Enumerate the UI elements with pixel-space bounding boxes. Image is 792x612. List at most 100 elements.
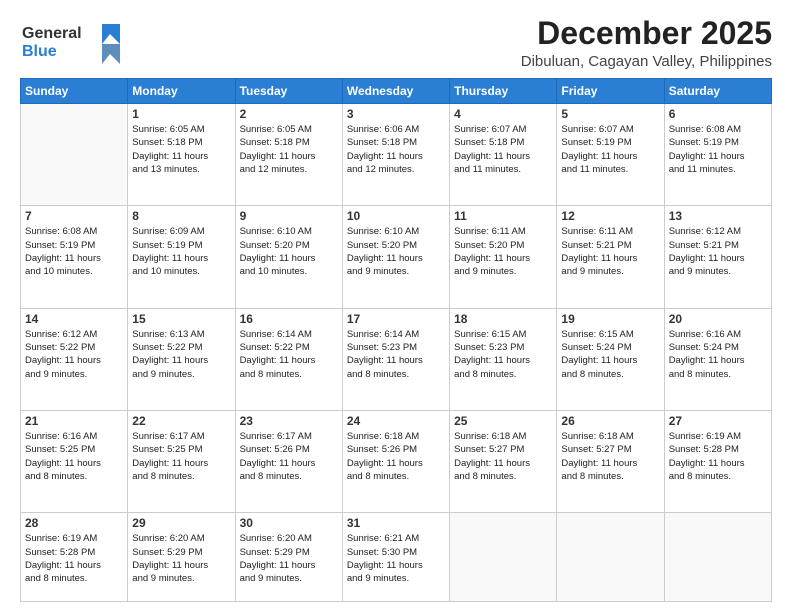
svg-text:Blue: Blue [22, 43, 57, 60]
calendar-day-header: Monday [128, 79, 235, 104]
day-number: 10 [347, 209, 445, 223]
day-number: 8 [132, 209, 230, 223]
day-number: 15 [132, 312, 230, 326]
calendar-cell: 28 Sunrise: 6:19 AM Sunset: 5:28 PM Dayli… [21, 513, 128, 602]
day-info: Sunrise: 6:15 AM Sunset: 5:24 PM Dayligh… [561, 328, 659, 381]
calendar-cell: 3 Sunrise: 6:06 AM Sunset: 5:18 PM Daylig… [342, 104, 449, 206]
calendar-cell: 18 Sunrise: 6:15 AM Sunset: 5:23 PM Dayli… [450, 308, 557, 410]
day-number: 7 [25, 209, 123, 223]
calendar-cell [664, 513, 771, 602]
day-info: Sunrise: 6:12 AM Sunset: 5:22 PM Dayligh… [25, 328, 123, 381]
day-number: 5 [561, 107, 659, 121]
logo-icon: General Blue [20, 16, 130, 64]
day-info: Sunrise: 6:05 AM Sunset: 5:18 PM Dayligh… [132, 123, 230, 176]
logo: General Blue [20, 16, 130, 69]
day-info: Sunrise: 6:14 AM Sunset: 5:22 PM Dayligh… [240, 328, 338, 381]
calendar-table: SundayMondayTuesdayWednesdayThursdayFrid… [20, 78, 772, 602]
day-number: 25 [454, 414, 552, 428]
day-number: 22 [132, 414, 230, 428]
calendar-cell: 8 Sunrise: 6:09 AM Sunset: 5:19 PM Daylig… [128, 206, 235, 308]
calendar-day-header: Tuesday [235, 79, 342, 104]
day-number: 12 [561, 209, 659, 223]
calendar-cell: 31 Sunrise: 6:21 AM Sunset: 5:30 PM Dayli… [342, 513, 449, 602]
day-number: 19 [561, 312, 659, 326]
svg-text:General: General [22, 25, 82, 42]
calendar-day-header: Sunday [21, 79, 128, 104]
day-info: Sunrise: 6:10 AM Sunset: 5:20 PM Dayligh… [347, 225, 445, 278]
calendar-cell [557, 513, 664, 602]
day-number: 31 [347, 516, 445, 530]
day-info: Sunrise: 6:17 AM Sunset: 5:25 PM Dayligh… [132, 430, 230, 483]
day-info: Sunrise: 6:19 AM Sunset: 5:28 PM Dayligh… [25, 532, 123, 585]
day-info: Sunrise: 6:20 AM Sunset: 5:29 PM Dayligh… [132, 532, 230, 585]
calendar-cell: 13Sunrise: 6:12 AM Sunset: 5:21 PM Dayli… [664, 206, 771, 308]
calendar-cell: 10 Sunrise: 6:10 AM Sunset: 5:20 PM Dayli… [342, 206, 449, 308]
day-number: 9 [240, 209, 338, 223]
calendar-cell: 12 Sunrise: 6:11 AM Sunset: 5:21 PM Dayli… [557, 206, 664, 308]
day-number: 4 [454, 107, 552, 121]
calendar-cell: 21Sunrise: 6:16 AM Sunset: 5:25 PM Dayli… [21, 411, 128, 513]
day-number: 28 [25, 516, 123, 530]
calendar-cell: 16 Sunrise: 6:14 AM Sunset: 5:22 PM Dayli… [235, 308, 342, 410]
day-number: 29 [132, 516, 230, 530]
day-info: Sunrise: 6:14 AM Sunset: 5:23 PM Dayligh… [347, 328, 445, 381]
calendar-cell: 1 Sunrise: 6:05 AM Sunset: 5:18 PM Daylig… [128, 104, 235, 206]
day-info: Sunrise: 6:15 AM Sunset: 5:23 PM Dayligh… [454, 328, 552, 381]
day-info: Sunrise: 6:09 AM Sunset: 5:19 PM Dayligh… [132, 225, 230, 278]
day-number: 23 [240, 414, 338, 428]
calendar-cell: 29 Sunrise: 6:20 AM Sunset: 5:29 PM Dayli… [128, 513, 235, 602]
calendar-cell [450, 513, 557, 602]
day-info: Sunrise: 6:19 AM Sunset: 5:28 PM Dayligh… [669, 430, 767, 483]
day-number: 1 [132, 107, 230, 121]
day-number: 30 [240, 516, 338, 530]
calendar-cell: 24Sunrise: 6:18 AM Sunset: 5:26 PM Dayli… [342, 411, 449, 513]
day-number: 24 [347, 414, 445, 428]
day-info: Sunrise: 6:21 AM Sunset: 5:30 PM Dayligh… [347, 532, 445, 585]
calendar-cell: 11 Sunrise: 6:11 AM Sunset: 5:20 PM Dayli… [450, 206, 557, 308]
calendar-cell: 4 Sunrise: 6:07 AM Sunset: 5:18 PM Daylig… [450, 104, 557, 206]
day-info: Sunrise: 6:13 AM Sunset: 5:22 PM Dayligh… [132, 328, 230, 381]
calendar-cell: 2Sunrise: 6:05 AM Sunset: 5:18 PM Daylig… [235, 104, 342, 206]
day-info: Sunrise: 6:18 AM Sunset: 5:27 PM Dayligh… [454, 430, 552, 483]
calendar-day-header: Friday [557, 79, 664, 104]
day-number: 11 [454, 209, 552, 223]
day-number: 27 [669, 414, 767, 428]
day-info: Sunrise: 6:06 AM Sunset: 5:18 PM Dayligh… [347, 123, 445, 176]
calendar-cell: 9Sunrise: 6:10 AM Sunset: 5:20 PM Daylig… [235, 206, 342, 308]
calendar-cell: 25 Sunrise: 6:18 AM Sunset: 5:27 PM Dayli… [450, 411, 557, 513]
day-info: Sunrise: 6:07 AM Sunset: 5:18 PM Dayligh… [454, 123, 552, 176]
header: General Blue December 2025 Dibuluan, Cag… [20, 16, 772, 70]
day-number: 16 [240, 312, 338, 326]
calendar-header-row: SundayMondayTuesdayWednesdayThursdayFrid… [21, 79, 772, 104]
calendar-day-header: Saturday [664, 79, 771, 104]
calendar-cell: 5 Sunrise: 6:07 AM Sunset: 5:19 PM Daylig… [557, 104, 664, 206]
day-number: 26 [561, 414, 659, 428]
day-number: 14 [25, 312, 123, 326]
day-info: Sunrise: 6:08 AM Sunset: 5:19 PM Dayligh… [25, 225, 123, 278]
day-number: 6 [669, 107, 767, 121]
day-number: 3 [347, 107, 445, 121]
day-info: Sunrise: 6:17 AM Sunset: 5:26 PM Dayligh… [240, 430, 338, 483]
calendar-cell: 22 Sunrise: 6:17 AM Sunset: 5:25 PM Dayli… [128, 411, 235, 513]
day-info: Sunrise: 6:12 AM Sunset: 5:21 PM Dayligh… [669, 225, 767, 278]
calendar-cell: 17 Sunrise: 6:14 AM Sunset: 5:23 PM Dayli… [342, 308, 449, 410]
calendar-cell: 30Sunrise: 6:20 AM Sunset: 5:29 PM Dayli… [235, 513, 342, 602]
day-number: 18 [454, 312, 552, 326]
day-info: Sunrise: 6:07 AM Sunset: 5:19 PM Dayligh… [561, 123, 659, 176]
calendar-cell [21, 104, 128, 206]
title-block: December 2025 Dibuluan, Cagayan Valley, … [521, 16, 772, 70]
day-info: Sunrise: 6:18 AM Sunset: 5:27 PM Dayligh… [561, 430, 659, 483]
calendar-cell: 26 Sunrise: 6:18 AM Sunset: 5:27 PM Dayli… [557, 411, 664, 513]
calendar-day-header: Wednesday [342, 79, 449, 104]
calendar-cell: 7 Sunrise: 6:08 AM Sunset: 5:19 PM Daylig… [21, 206, 128, 308]
day-info: Sunrise: 6:11 AM Sunset: 5:21 PM Dayligh… [561, 225, 659, 278]
calendar-day-header: Thursday [450, 79, 557, 104]
day-info: Sunrise: 6:16 AM Sunset: 5:25 PM Dayligh… [25, 430, 123, 483]
month-title: December 2025 [521, 16, 772, 51]
calendar-cell: 27 Sunrise: 6:19 AM Sunset: 5:28 PM Dayli… [664, 411, 771, 513]
day-number: 20 [669, 312, 767, 326]
day-number: 17 [347, 312, 445, 326]
day-info: Sunrise: 6:11 AM Sunset: 5:20 PM Dayligh… [454, 225, 552, 278]
day-info: Sunrise: 6:16 AM Sunset: 5:24 PM Dayligh… [669, 328, 767, 381]
day-info: Sunrise: 6:08 AM Sunset: 5:19 PM Dayligh… [669, 123, 767, 176]
